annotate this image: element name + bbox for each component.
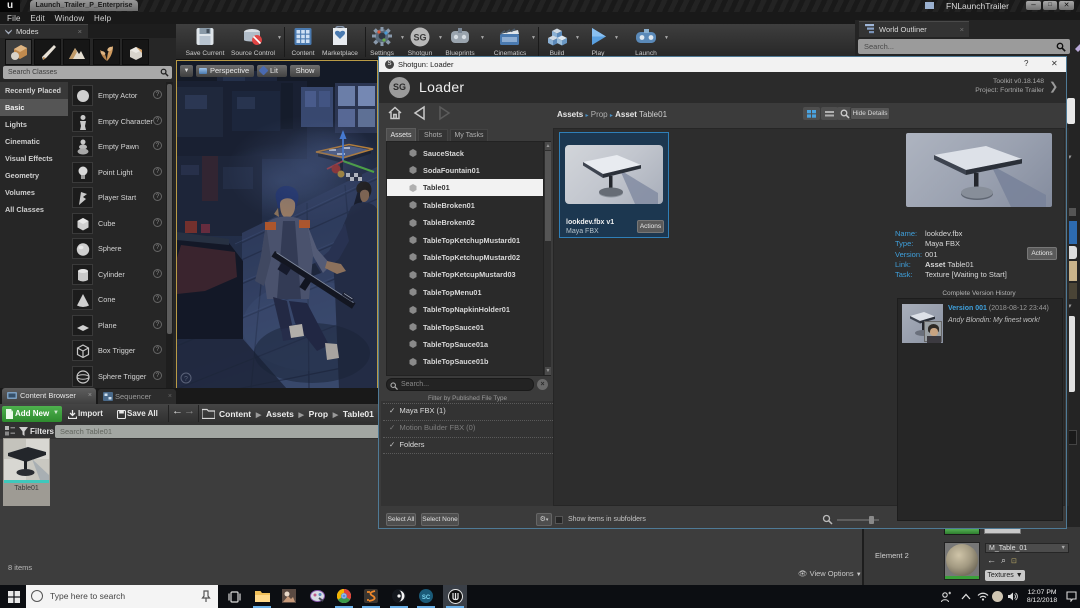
svg-text:SC: SC xyxy=(422,595,431,601)
svg-text:?: ? xyxy=(184,376,188,383)
svg-text:SG: SG xyxy=(413,33,426,43)
